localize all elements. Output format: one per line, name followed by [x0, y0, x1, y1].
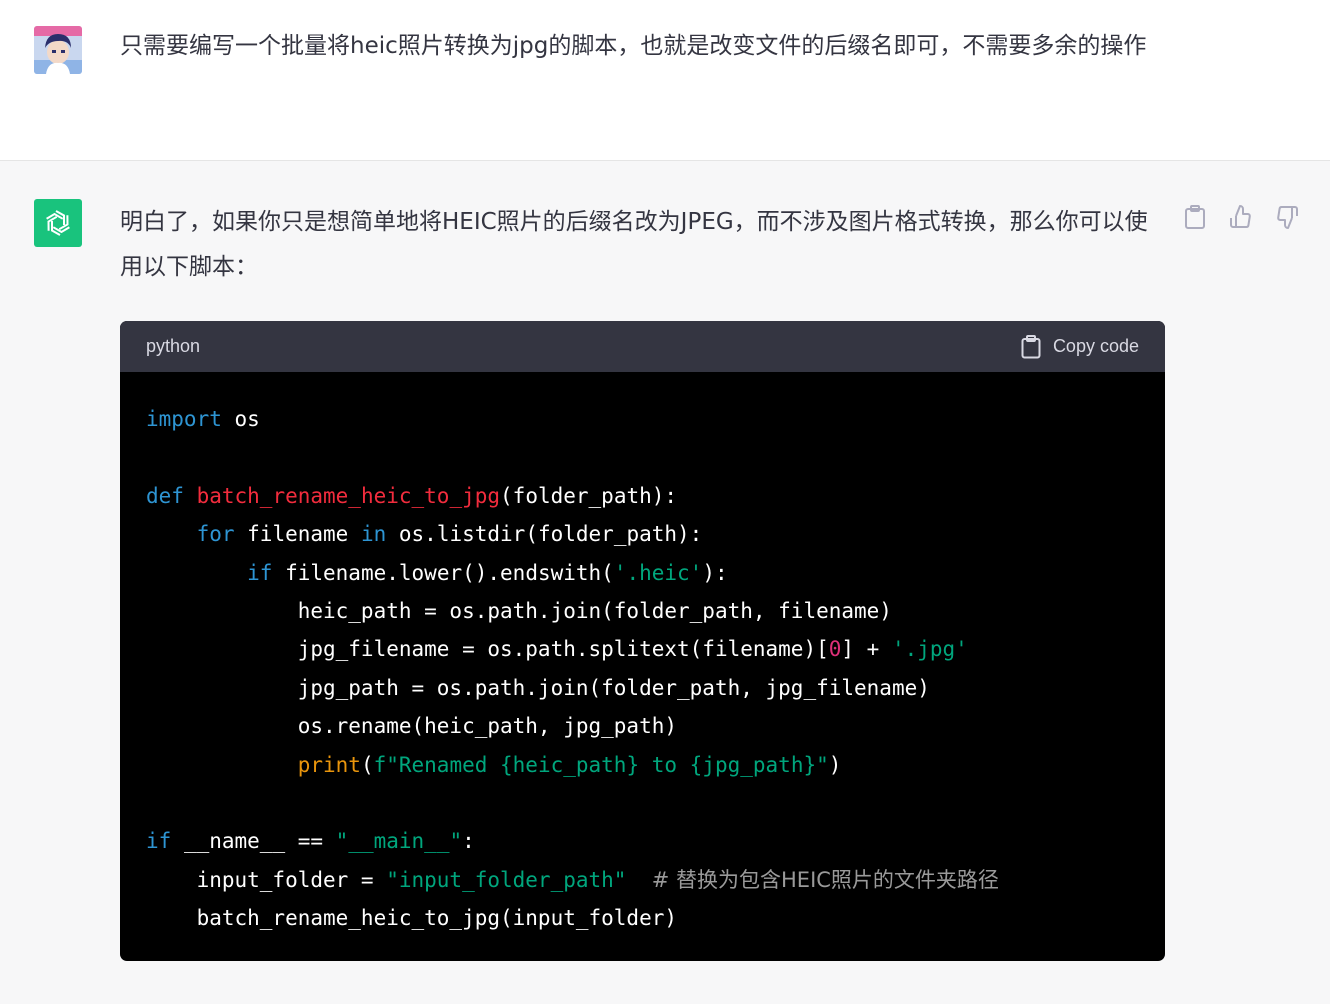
- code-token: f"Renamed {heic_path} to {jpg_path}": [373, 752, 829, 777]
- code-line: for filename in os.listdir(folder_path):: [146, 515, 1139, 553]
- user-avatar: [34, 26, 82, 74]
- code-token: batch_rename_heic_to_jpg: [196, 483, 501, 508]
- code-token: :: [462, 829, 475, 854]
- thumbs-up-button[interactable]: [1228, 204, 1254, 230]
- thumbs-down-icon: [1277, 206, 1298, 229]
- message-actions: [1182, 204, 1300, 230]
- code-token: 0: [828, 637, 842, 662]
- code-line: heic_path = os.path.join(folder_path, fi…: [146, 592, 1139, 630]
- code-block: python Copy code import os def batch_ren…: [120, 321, 1165, 961]
- code-token: jpg_path = os.path.join(folder_path, jpg…: [146, 675, 930, 700]
- assistant-message-row: 明白了，如果你只是想简单地将HEIC照片的后缀名改为JPEG，而不涉及图片格式转…: [0, 162, 1330, 1004]
- assistant-message-text: 明白了，如果你只是想简单地将HEIC照片的后缀名改为JPEG，而不涉及图片格式转…: [120, 209, 1148, 280]
- code-token: filename.lower().endswith(: [272, 560, 614, 585]
- user-message-row: 只需要编写一个批量将heic照片转换为jpg的脚本，也就是改变文件的后缀名即可，…: [0, 0, 1330, 161]
- code-token: (: [360, 752, 374, 777]
- code-token: if: [247, 560, 273, 585]
- code-token: __name__ ==: [171, 829, 336, 854]
- copy-code-label: Copy code: [1052, 336, 1139, 356]
- copy-message-button[interactable]: [1182, 204, 1208, 230]
- code-line: batch_rename_heic_to_jpg(input_folder): [146, 899, 1139, 937]
- code-line: os.rename(heic_path, jpg_path): [146, 707, 1139, 745]
- code-line: input_folder = "input_folder_path" # 替换为…: [146, 861, 1139, 899]
- code-token: "input_folder_path": [386, 867, 627, 892]
- user-message-text: 只需要编写一个批量将heic照片转换为jpg的脚本，也就是改变文件的后缀名即可，…: [120, 33, 1147, 59]
- code-line: print(f"Renamed {heic_path} to {jpg_path…: [146, 746, 1139, 784]
- code-token: heic_path = os.path.join(folder_path, fi…: [146, 598, 892, 623]
- openai-logo-icon: [46, 210, 70, 236]
- code-token: def: [146, 483, 184, 508]
- chatgpt-logo-icon: [34, 199, 82, 247]
- code-token: ): [828, 752, 842, 777]
- code-token: os.rename(heic_path, jpg_path): [146, 714, 678, 739]
- code-token: print: [297, 752, 361, 777]
- code-token: input_folder =: [146, 867, 387, 892]
- copy-code-button[interactable]: Copy code: [1021, 334, 1139, 359]
- clipboard-icon: [1185, 205, 1205, 229]
- code-line: if filename.lower().endswith('.heic'):: [146, 554, 1139, 592]
- code-token: for: [196, 522, 235, 547]
- code-token: (folder_path):: [500, 483, 678, 508]
- code-line: jpg_filename = os.path.splitext(filename…: [146, 630, 1139, 668]
- code-token: "__main__": [335, 829, 463, 854]
- code-token: if: [146, 829, 172, 854]
- clipboard-icon: [1021, 334, 1041, 358]
- thumbs-up-icon: [1230, 205, 1251, 228]
- code-line: def batch_rename_heic_to_jpg(folder_path…: [146, 477, 1139, 515]
- code-line: import os: [146, 400, 1139, 438]
- code-line: if __name__ == "__main__":: [146, 822, 1139, 860]
- code-token: '.jpg': [891, 637, 968, 662]
- code-token: filename: [234, 522, 361, 547]
- code-token: jpg_filename = os.path.splitext(filename…: [146, 637, 829, 662]
- code-token: ] +: [841, 637, 892, 662]
- avatar-image-icon: [34, 26, 82, 74]
- thumbs-down-button[interactable]: [1274, 204, 1300, 230]
- code-token: batch_rename_heic_to_jpg(input_folder): [146, 906, 678, 931]
- code-token: '.heic': [613, 560, 703, 585]
- code-block-header: python Copy code: [120, 321, 1165, 372]
- code-token: import: [146, 407, 222, 431]
- code-content: import os def batch_rename_heic_to_jpg(f…: [120, 372, 1165, 937]
- code-token: os.listdir(folder_path):: [386, 522, 703, 547]
- code-token: os: [221, 407, 260, 431]
- code-language-label: python: [146, 336, 201, 356]
- code-token: in: [360, 522, 387, 547]
- code-token: # 替换为包含HEIC照片的文件夹路径: [651, 867, 999, 892]
- code-line: jpg_path = os.path.join(folder_path, jpg…: [146, 669, 1139, 707]
- code-token: ):: [702, 560, 728, 585]
